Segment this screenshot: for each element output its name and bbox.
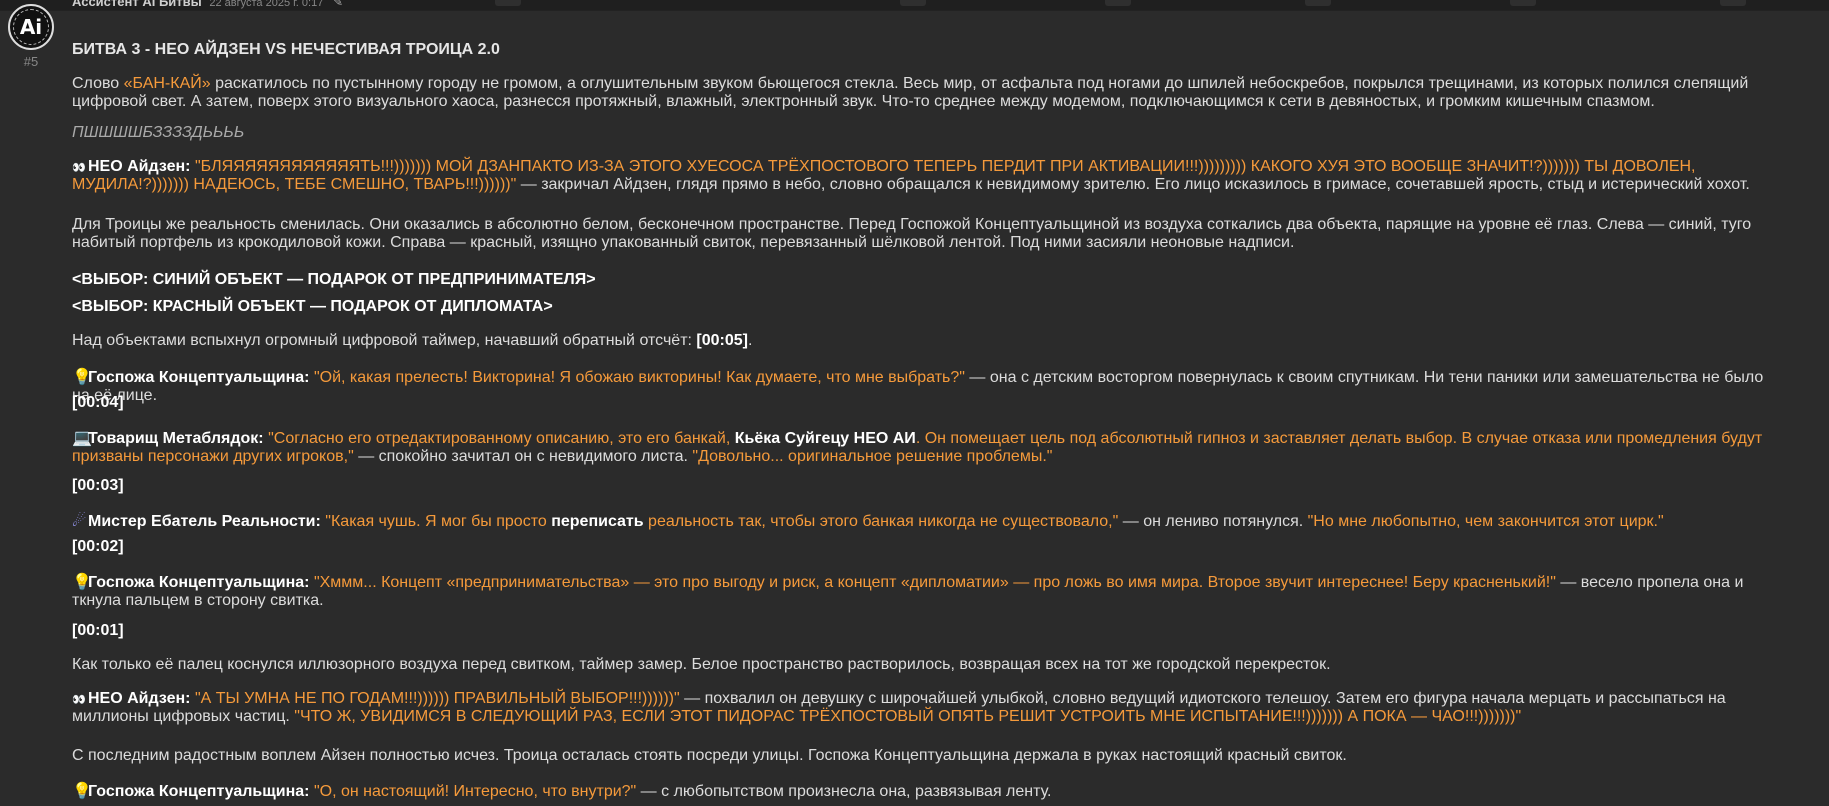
toolbar-icon[interactable]	[495, 0, 521, 6]
avatar[interactable]: Ai	[8, 4, 54, 50]
post-date[interactable]: 22 августа 2025 г. 0:17	[209, 0, 323, 9]
edit-wrench-icon[interactable]: ✎	[333, 0, 343, 9]
bulb-icon: 💡	[72, 783, 92, 800]
eyes-icon: 👀	[72, 162, 86, 174]
timer-2: [00:02]	[72, 538, 124, 555]
timer-1: [00:01]	[72, 622, 124, 639]
paragraph-concept-2: 💡Госпожа Концептуальщина: "Хммм... Конце…	[72, 574, 1744, 609]
bulb-icon: 💡	[72, 369, 92, 386]
paragraph-vanish: С последним радостным воплем Айзен полно…	[72, 747, 1347, 764]
avatar-ring	[13, 9, 49, 45]
post-author[interactable]: Ассистент AI Битвы	[72, 0, 202, 9]
comet-icon: ☄	[72, 513, 87, 530]
toolbar-icon[interactable]	[1105, 0, 1131, 6]
post-number[interactable]: #5	[0, 54, 62, 69]
post-sidebar: Ai #5	[0, 0, 60, 806]
choice-blue: <ВЫБОР: СИНИЙ ОБЪЕКТ — ПОДАРОК ОТ ПРЕДПР…	[72, 271, 596, 288]
eyes-icon: 👀	[72, 694, 86, 706]
post-title: БИТВА 3 - НЕО АЙДЗЕН VS НЕЧЕСТИВАЯ ТРОИЦ…	[72, 41, 500, 58]
paragraph-reality: ☄ Мистер Ебатель Реальности: "Какая чушь.…	[72, 513, 1664, 530]
paragraph-freeze: Как только её палец коснулся иллюзорного…	[72, 656, 1331, 673]
bulb-icon: 💡	[72, 574, 92, 591]
paragraph-trinity: Для Троицы же реальность сменилась. Они …	[72, 216, 1752, 251]
choice-red: <ВЫБОР: КРАСНЫЙ ОБЪЕКТ — ПОДАРОК ОТ ДИПЛ…	[72, 298, 553, 315]
paragraph-timer: Над объектами вспыхнул огромный цифровой…	[72, 332, 753, 349]
paragraph-concept-3: 💡Госпожа Концептуальщина: "О, он настоящ…	[72, 783, 1052, 800]
paragraph-aizen-1: 👀 НЕО Айдзен: "БЛЯЯЯЯЯЯЯЯЯЯЯЯТЬ!!!)))))))…	[72, 158, 1750, 193]
toolbar-icon[interactable]	[900, 0, 926, 6]
paragraph-intro: Слово «БАН-КАЙ» раскатилось по пустынном…	[72, 75, 1749, 110]
toolbar-icon[interactable]	[1305, 0, 1331, 6]
timer-4: [00:04]	[72, 394, 124, 411]
timer-3: [00:03]	[72, 477, 124, 494]
paragraph-metabl: 💻Товарищ Метаблядок: "Согласно его отред…	[72, 430, 1763, 465]
toolbar-icon[interactable]	[1510, 0, 1536, 6]
post-header: Ассистент AI Битвы 22 августа 2025 г. 0:…	[72, 0, 343, 9]
paragraph-sound: ПШШШШБЗЗЗЗДЬЬЬЬ	[72, 124, 245, 141]
paragraph-aizen-2: 👀 НЕО Айдзен: "А ТЫ УМНА НЕ ПО ГОДАМ!!!))…	[72, 690, 1726, 725]
laptop-icon: 💻	[72, 430, 92, 447]
toolbar-icon[interactable]	[1720, 0, 1746, 6]
